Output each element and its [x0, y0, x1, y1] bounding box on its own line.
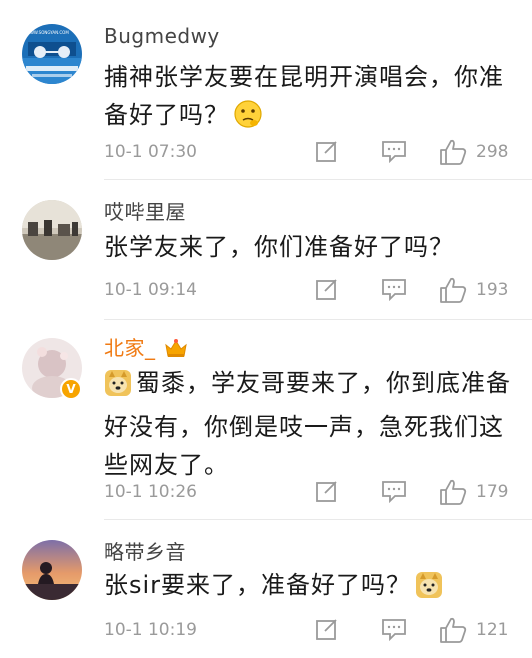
thumbs-up-icon: [440, 277, 467, 303]
avatar[interactable]: WWW.SONGYAN.COM: [22, 24, 82, 84]
edit-icon: [316, 619, 337, 640]
crown-icon: [164, 337, 188, 364]
reply-button[interactable]: [380, 276, 408, 306]
repost-button[interactable]: [314, 138, 340, 168]
thinking-face-icon: [233, 99, 263, 140]
comment-text: 捕神张学友要在昆明开演唱会，你准备好了吗？: [104, 63, 504, 129]
comment-username[interactable]: Bugmedwy: [104, 24, 220, 48]
comment-item: WWW.SONGYAN.COM Bugmedwy 捕神张学友要在昆明开演唱会，你…: [0, 0, 532, 180]
comment-text: 张学友来了，你们准备好了吗？: [104, 233, 454, 261]
comment-item: 哎哔里屋 张学友来了，你们准备好了吗？ 10-1 09:14 193: [0, 180, 532, 320]
like-button[interactable]: 298: [438, 138, 508, 168]
comment-feed: WWW.SONGYAN.COM Bugmedwy 捕神张学友要在昆明开演唱会，你…: [0, 0, 532, 658]
repost-button[interactable]: [314, 616, 340, 646]
comment-username[interactable]: 略带乡音: [104, 536, 186, 565]
comment-text-block: 捕神张学友要在昆明开演唱会，你准备好了吗？: [104, 58, 512, 140]
like-button[interactable]: 193: [438, 276, 508, 306]
reply-button[interactable]: [380, 616, 408, 646]
comment-username[interactable]: 北家_: [104, 332, 188, 364]
like-button[interactable]: 121: [438, 616, 508, 646]
comment-meta: 10-1 10:19 121: [104, 616, 512, 646]
comment-text-block: 张学友来了，你们准备好了吗？: [104, 228, 512, 266]
reply-button[interactable]: [380, 478, 408, 508]
comment-text-block: 蜀黍，学友哥要来了，你到底准备好没有，你倒是吱一声，急死我们这些网友了。: [104, 364, 512, 484]
repost-button[interactable]: [314, 478, 340, 508]
comment-text: 蜀黍，学友哥要来了，你到底准备好没有，你倒是吱一声，急死我们这些网友了。: [104, 369, 511, 479]
reply-button[interactable]: [380, 138, 408, 168]
comment-icon: [382, 619, 406, 642]
comment-text-block: 张sir要来了，准备好了吗？: [104, 566, 512, 610]
comment-time: 10-1 10:26: [104, 482, 197, 502]
thumbs-up-icon: [440, 139, 467, 165]
comment-icon: [382, 481, 406, 504]
comment-meta: 10-1 09:14 193: [104, 276, 512, 306]
like-button[interactable]: 179: [438, 478, 508, 508]
edit-icon: [316, 141, 337, 162]
like-count: 179: [476, 482, 509, 502]
doge-icon: [104, 369, 132, 408]
comment-time: 10-1 10:19: [104, 620, 197, 640]
doge-icon: [415, 571, 443, 610]
avatar[interactable]: [22, 200, 82, 260]
like-count: 121: [476, 620, 509, 640]
avatar-caption: WWW.SONGYAN.COM: [26, 30, 69, 35]
avatar[interactable]: [22, 540, 82, 600]
comment-icon: [382, 141, 406, 164]
edit-icon: [316, 279, 337, 300]
thumbs-up-icon: [440, 617, 467, 643]
thumbs-up-icon: [440, 479, 467, 505]
like-count: 298: [476, 142, 509, 162]
like-count: 193: [476, 280, 509, 300]
username-label: 北家_: [104, 336, 156, 360]
comment-meta: 10-1 07:30 298: [104, 138, 512, 168]
repost-button[interactable]: [314, 276, 340, 306]
comment-item: 略带乡音 张sir要来了，准备好了吗？ 10-1 10:19 121: [0, 520, 532, 658]
comment-item: V 北家_ 蜀黍，学友哥要来了，你到底准备好没有，你倒是吱一声，急死我们这些网友…: [0, 320, 532, 520]
comment-icon: [382, 279, 406, 302]
verified-badge: V: [60, 378, 82, 400]
comment-meta: 10-1 10:26 179: [104, 478, 512, 508]
comment-time: 10-1 07:30: [104, 142, 197, 162]
edit-icon: [316, 481, 337, 502]
comment-text: 张sir要来了，准备好了吗？: [104, 571, 412, 599]
comment-username[interactable]: 哎哔里屋: [104, 196, 186, 225]
comment-time: 10-1 09:14: [104, 280, 197, 300]
